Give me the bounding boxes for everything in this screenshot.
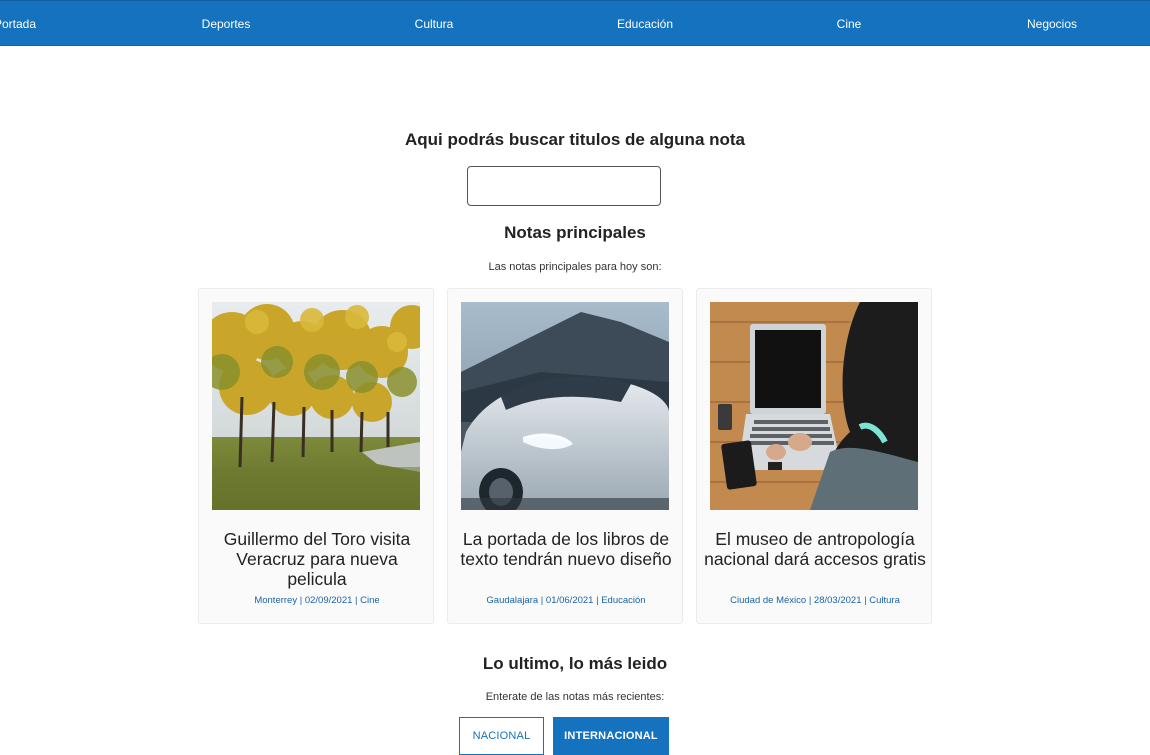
laptop-photo[interactable] — [710, 302, 918, 510]
card-meta: Monterrey | 02/09/2021 | Cine — [254, 595, 380, 606]
nav-item-cine[interactable]: Cine — [837, 1, 862, 47]
nav-item-deportes[interactable]: Deportes — [202, 1, 251, 47]
main-notes-heading: Notas principales — [504, 223, 646, 242]
news-card[interactable]: La portada de los libros de texto tendrá… — [447, 288, 683, 624]
card-title[interactable]: Guillermo del Toro visita Veracruz para … — [205, 529, 429, 589]
main-notes-subtitle: Las notas principales para hoy son: — [488, 261, 662, 273]
card-meta: Ciudad de México | 28/03/2021 | Cultura — [730, 595, 900, 606]
card-meta: Gaudalajara | 01/06/2021 | Educación — [486, 595, 646, 606]
top-nav: Portada Deportes Cultura Educación Cine … — [0, 0, 1150, 46]
international-button[interactable]: INTERNACIONAL — [553, 717, 669, 755]
card-title[interactable]: La portada de los libros de texto tendrá… — [454, 529, 678, 569]
nav-item-negocios[interactable]: Negocios — [1027, 1, 1077, 47]
white-car-photo[interactable] — [461, 302, 669, 510]
national-button[interactable]: NACIONAL — [459, 717, 544, 755]
nav-item-portada[interactable]: Portada — [0, 1, 36, 47]
autumn-trees-photo[interactable] — [212, 302, 420, 510]
news-card[interactable]: El museo de antropología nacional dará a… — [696, 288, 932, 624]
nav-item-cultura[interactable]: Cultura — [415, 1, 454, 47]
search-input[interactable] — [467, 166, 661, 206]
nav-item-educacion[interactable]: Educación — [617, 1, 673, 47]
card-title[interactable]: El museo de antropología nacional dará a… — [703, 529, 927, 569]
latest-heading: Lo ultimo, lo más leido — [482, 654, 668, 673]
latest-subtitle: Enterate de las notas más recientes: — [485, 691, 665, 703]
news-card[interactable]: Guillermo del Toro visita Veracruz para … — [198, 288, 434, 624]
search-heading: Aqui podrás buscar titulos de alguna not… — [404, 130, 746, 149]
